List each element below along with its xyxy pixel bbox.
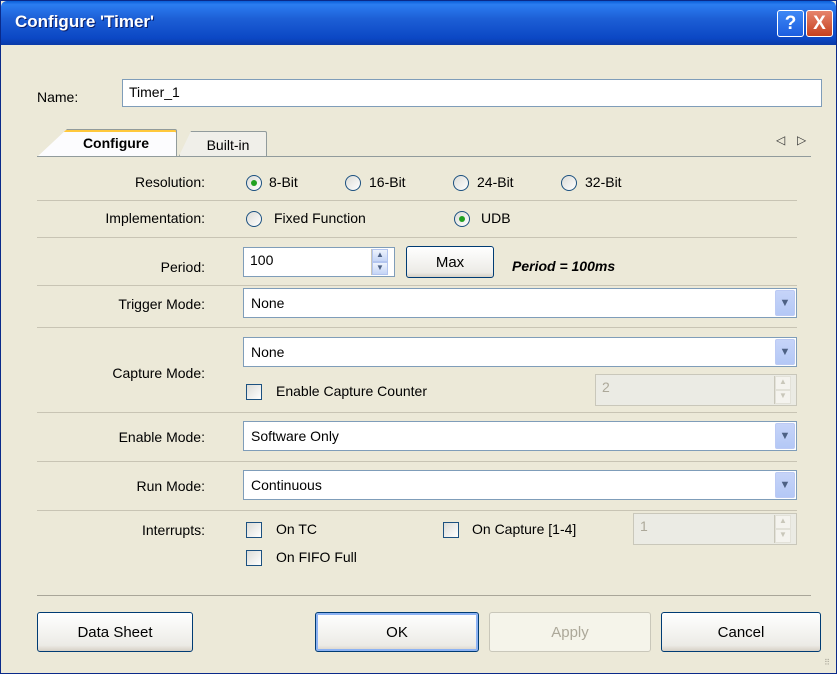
period-spinner[interactable]: ▲ ▼ [371, 249, 388, 275]
close-icon[interactable]: X [806, 10, 833, 37]
trigger-mode-select[interactable]: None ▼ [243, 288, 797, 318]
enable-capture-counter-checkbox[interactable] [246, 384, 262, 400]
implementation-fixed-radio[interactable] [246, 211, 262, 227]
spin-up-icon[interactable]: ▲ [775, 515, 791, 529]
separator [37, 200, 797, 201]
spin-up-icon[interactable]: ▲ [372, 249, 388, 262]
spin-down-icon[interactable]: ▼ [775, 390, 791, 404]
capture-mode-value: None [251, 344, 285, 360]
data-sheet-button[interactable]: Data Sheet [37, 612, 193, 652]
period-label: Period: [160, 259, 205, 275]
separator [37, 327, 797, 328]
interrupts-label: Interrupts: [141, 522, 205, 538]
capture-counter-spinner[interactable]: ▲ ▼ [774, 376, 791, 404]
capture-interrupt-spinner[interactable]: ▲ ▼ [774, 515, 791, 543]
name-input[interactable]: Timer_1 [122, 79, 822, 107]
title-bar[interactable]: Configure 'Timer' ? X [1, 1, 836, 45]
resolution-16bit-radio[interactable] [345, 175, 361, 191]
cancel-button[interactable]: Cancel [661, 612, 821, 652]
tab-built-in[interactable]: Built-in [179, 131, 267, 156]
chevron-down-icon[interactable]: ▼ [775, 472, 795, 498]
on-tc-checkbox[interactable] [246, 522, 262, 538]
help-icon[interactable]: ? [777, 10, 804, 37]
on-fifo-full-label: On FIFO Full [276, 549, 357, 565]
capture-counter-input[interactable]: 2 [595, 374, 797, 406]
spin-up-icon[interactable]: ▲ [775, 376, 791, 390]
tab-scroll-right-icon[interactable]: ▷ [797, 133, 806, 147]
tab-scroll-left-icon[interactable]: ◁ [776, 133, 785, 147]
on-fifo-full-checkbox[interactable] [246, 550, 262, 566]
separator [37, 412, 797, 413]
enable-mode-select[interactable]: Software Only ▼ [243, 421, 797, 451]
resolution-32bit-label: 32-Bit [585, 174, 622, 190]
separator [37, 510, 797, 511]
trigger-mode-value: None [251, 295, 285, 311]
enable-mode-label: Enable Mode: [118, 429, 205, 445]
name-label: Name: [37, 89, 79, 105]
separator [37, 461, 797, 462]
run-mode-select[interactable]: Continuous ▼ [243, 470, 797, 500]
resolution-32bit-radio[interactable] [561, 175, 577, 191]
capture-mode-select[interactable]: None ▼ [243, 337, 797, 367]
chevron-down-icon[interactable]: ▼ [775, 290, 795, 316]
run-mode-value: Continuous [251, 477, 322, 493]
implementation-udb-radio[interactable] [454, 211, 470, 227]
separator [37, 237, 797, 238]
on-tc-label: On TC [276, 521, 317, 537]
resolution-24bit-label: 24-Bit [477, 174, 514, 190]
resolution-8bit-radio[interactable] [246, 175, 262, 191]
enable-capture-counter-label: Enable Capture Counter [276, 383, 427, 399]
period-note: Period = 100ms [512, 258, 616, 274]
spin-down-icon[interactable]: ▼ [775, 529, 791, 543]
enable-mode-value: Software Only [251, 428, 339, 444]
on-capture-checkbox[interactable] [443, 522, 459, 538]
resolution-16bit-label: 16-Bit [369, 174, 406, 190]
implementation-udb-label: UDB [481, 210, 511, 226]
trigger-mode-label: Trigger Mode: [118, 296, 205, 312]
capture-mode-label: Capture Mode: [112, 365, 205, 381]
window-title: Configure 'Timer' [15, 12, 155, 31]
bottom-separator [37, 595, 811, 596]
tab-divider [37, 156, 811, 157]
run-mode-label: Run Mode: [136, 478, 205, 494]
resolution-8bit-label: 8-Bit [269, 174, 298, 190]
chevron-down-icon[interactable]: ▼ [775, 339, 795, 365]
spin-down-icon[interactable]: ▼ [372, 262, 388, 275]
tab-configure[interactable]: Configure [37, 129, 177, 157]
chevron-down-icon[interactable]: ▼ [775, 423, 795, 449]
capture-interrupt-input[interactable]: 1 [633, 513, 797, 545]
ok-button[interactable]: OK [315, 612, 479, 652]
separator [37, 285, 797, 286]
implementation-fixed-label: Fixed Function [274, 210, 366, 226]
resolution-label: Resolution: [134, 174, 205, 190]
resolution-24bit-radio[interactable] [453, 175, 469, 191]
max-button[interactable]: Max [406, 246, 494, 278]
implementation-label: Implementation: [105, 210, 205, 226]
on-capture-label: On Capture [1-4] [472, 521, 577, 537]
apply-button[interactable]: Apply [489, 612, 651, 652]
resize-grip-icon[interactable]: ⠿ [824, 658, 830, 667]
configure-timer-dialog: Configure 'Timer' ? X Name: Timer_1 Buil… [0, 0, 837, 674]
